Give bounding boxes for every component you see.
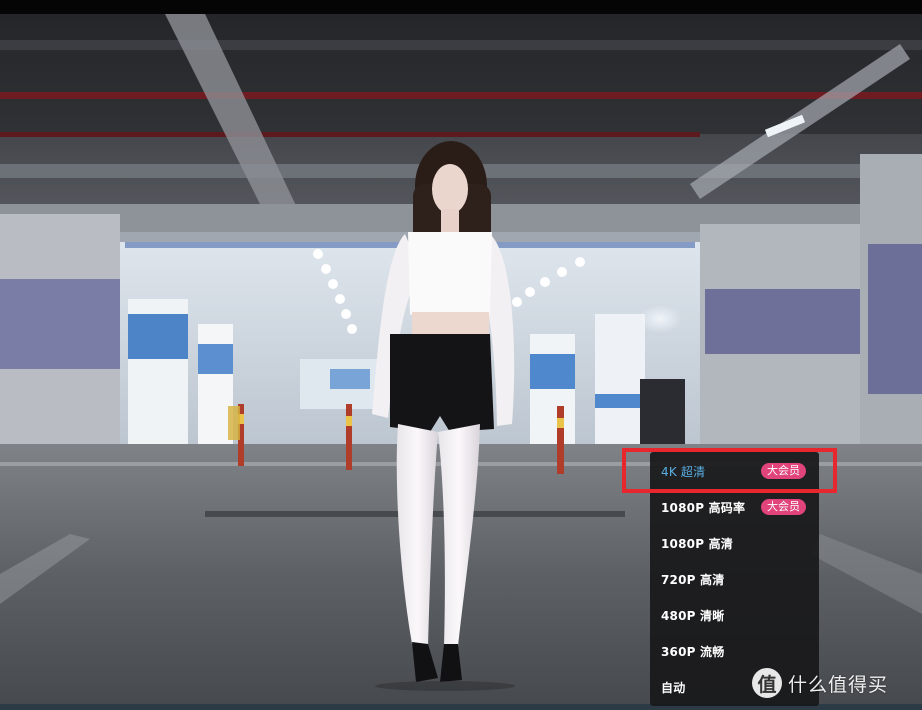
quality-label: 360P 流畅 (661, 645, 725, 659)
quality-label: 1080P 高清 (661, 537, 733, 551)
quality-label: 720P 高清 (661, 573, 725, 587)
quality-label: 480P 清晰 (661, 609, 725, 623)
quality-label: 1080P 高码率 (661, 501, 746, 515)
quality-option-1080p-high-bitrate[interactable]: 1080P 高码率 大会员 (650, 490, 819, 526)
quality-option-360p[interactable]: 360P 流畅 (650, 634, 819, 670)
quality-label: 自动 (661, 681, 686, 695)
watermark-logo-icon: 值 (752, 668, 782, 698)
player-top-bar (0, 0, 922, 14)
highlight-annotation-box (622, 448, 837, 493)
watermark-text: 什么值得买 (788, 673, 889, 696)
quality-option-480p[interactable]: 480P 清晰 (650, 598, 819, 634)
watermark: 值 什么值得买 (752, 666, 888, 700)
video-player[interactable]: 4K 超清 大会员 1080P 高码率 大会员 1080P 高清 720P 高清… (0, 0, 922, 710)
vip-badge: 大会员 (761, 499, 806, 515)
quality-option-720p[interactable]: 720P 高清 (650, 562, 819, 598)
quality-option-1080p[interactable]: 1080P 高清 (650, 526, 819, 562)
